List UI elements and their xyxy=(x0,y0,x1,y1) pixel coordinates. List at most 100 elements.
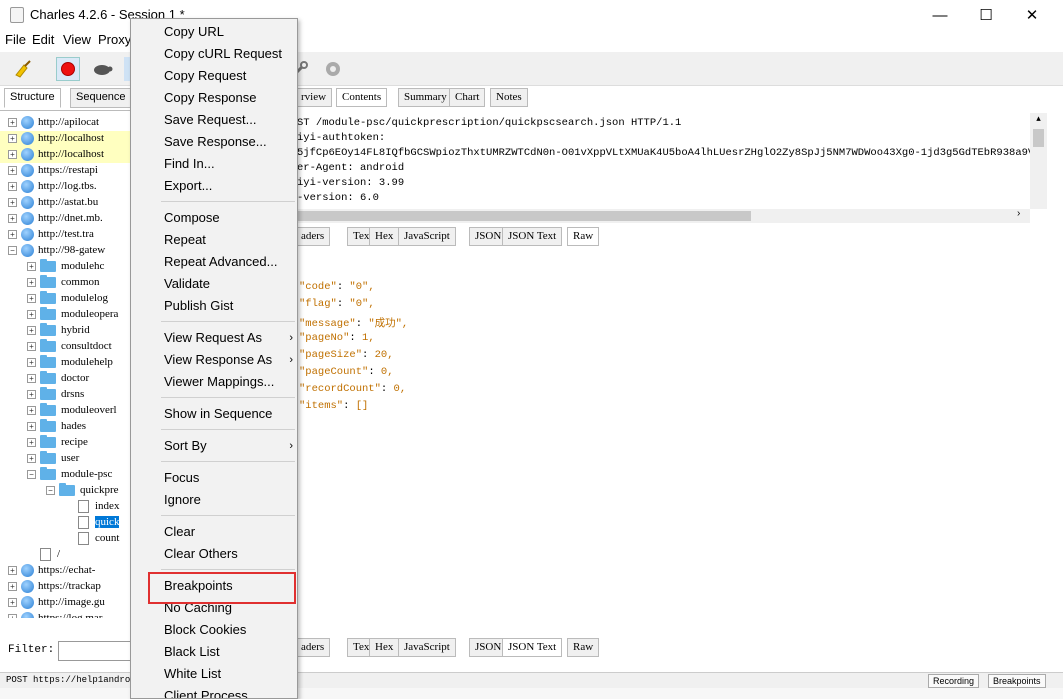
menu-item-ignore[interactable]: Ignore xyxy=(131,489,297,511)
menu-item-clear-others[interactable]: Clear Others xyxy=(131,543,297,565)
expand-toggle-icon[interactable]: + xyxy=(8,118,17,127)
breakpoints-status-button[interactable]: Breakpoints xyxy=(988,674,1046,688)
expand-toggle-icon[interactable]: + xyxy=(27,406,36,415)
folder-icon xyxy=(40,355,56,368)
menu-item-white-list[interactable]: White List xyxy=(131,663,297,685)
expand-toggle-icon[interactable]: + xyxy=(27,390,36,399)
menu-item-compose[interactable]: Compose xyxy=(131,207,297,229)
expand-toggle-icon[interactable]: + xyxy=(27,454,36,463)
expand-toggle-icon[interactable]: + xyxy=(8,214,17,223)
menu-item-client-process[interactable]: Client Process xyxy=(131,685,297,698)
expand-toggle-icon[interactable]: + xyxy=(27,374,36,383)
menu-item-viewer-mappings[interactable]: Viewer Mappings... xyxy=(131,371,297,393)
minimize-button[interactable]: — xyxy=(917,0,963,30)
expand-toggle-icon[interactable]: − xyxy=(8,246,17,255)
resp-tab-5[interactable]: JSON Text xyxy=(502,638,563,657)
req-tab-2[interactable]: Hex xyxy=(369,227,400,246)
expand-toggle-icon[interactable]: − xyxy=(27,470,36,479)
menu-file[interactable]: File xyxy=(5,32,26,47)
menu-edit[interactable]: Edit xyxy=(32,32,54,47)
expand-toggle-icon[interactable]: + xyxy=(8,230,17,239)
expand-toggle-icon[interactable]: + xyxy=(27,438,36,447)
expand-toggle-icon[interactable]: + xyxy=(8,166,17,175)
tree-label: modulehelp xyxy=(61,356,113,368)
menu-separator xyxy=(161,569,295,570)
expand-toggle-icon[interactable]: + xyxy=(8,598,17,607)
menu-item-repeat[interactable]: Repeat xyxy=(131,229,297,251)
menu-item-copy-url[interactable]: Copy URL xyxy=(131,21,297,43)
tab-contents[interactable]: Contents xyxy=(336,88,388,107)
menu-item-sort-by[interactable]: Sort By › xyxy=(131,435,297,457)
menu-item-label: Copy Response xyxy=(164,90,257,105)
tab-summary[interactable]: Summary xyxy=(398,88,453,107)
req-tab-0[interactable]: aders xyxy=(295,227,331,246)
expand-toggle-icon[interactable]: + xyxy=(27,358,36,367)
expand-toggle-icon[interactable]: + xyxy=(27,342,36,351)
expand-toggle-icon[interactable]: − xyxy=(46,486,55,495)
menu-item-validate[interactable]: Validate xyxy=(131,273,297,295)
menu-item-black-list[interactable]: Black List xyxy=(131,641,297,663)
menu-item-view-request-as[interactable]: View Request As › xyxy=(131,327,297,349)
tab-sequence[interactable]: Sequence xyxy=(70,88,132,108)
close-button[interactable]: ✕ xyxy=(1009,0,1055,30)
expand-toggle-icon[interactable]: + xyxy=(27,262,36,271)
expand-toggle-icon[interactable]: + xyxy=(8,582,17,591)
expand-toggle-icon[interactable]: + xyxy=(8,198,17,207)
tab-overview[interactable]: rview xyxy=(295,88,333,107)
menu-item-view-response-as[interactable]: View Response As › xyxy=(131,349,297,371)
resp-tab-0[interactable]: aders xyxy=(295,638,331,657)
recording-button[interactable]: Recording xyxy=(928,674,980,688)
menu-item-show-in-sequence[interactable]: Show in Sequence xyxy=(131,403,297,425)
menu-item-save-request[interactable]: Save Request... xyxy=(131,109,297,131)
expand-toggle-icon[interactable]: + xyxy=(27,326,36,335)
menu-item-label: Publish Gist xyxy=(164,298,234,313)
expand-toggle-icon[interactable]: + xyxy=(8,182,17,191)
expand-toggle-icon[interactable]: + xyxy=(8,150,17,159)
req-tab-6[interactable]: Raw xyxy=(567,227,600,246)
menu-item-find-in[interactable]: Find In... xyxy=(131,153,297,175)
menu-separator xyxy=(161,515,295,516)
tree-label: http://localhost xyxy=(38,148,104,160)
tree-label: modulelog xyxy=(61,292,109,304)
menu-item-save-response[interactable]: Save Response... xyxy=(131,131,297,153)
tab-structure[interactable]: Structure xyxy=(4,88,61,108)
turtle-icon[interactable] xyxy=(90,57,114,81)
filter-input[interactable] xyxy=(58,641,138,661)
maximize-button[interactable]: ☐ xyxy=(963,0,1009,30)
expand-toggle-icon[interactable]: + xyxy=(8,566,17,575)
expand-toggle-icon[interactable]: + xyxy=(8,134,17,143)
menu-view[interactable]: View xyxy=(63,32,91,47)
menu-item-copy-curl-request[interactable]: Copy cURL Request xyxy=(131,43,297,65)
expand-toggle-icon[interactable]: + xyxy=(8,614,17,618)
record-icon[interactable] xyxy=(56,57,80,81)
menu-item-focus[interactable]: Focus xyxy=(131,467,297,489)
expand-toggle-icon[interactable]: + xyxy=(27,422,36,431)
menu-item-clear[interactable]: Clear xyxy=(131,521,297,543)
menu-item-export[interactable]: Export... xyxy=(131,175,297,197)
tab-notes[interactable]: Notes xyxy=(490,88,528,107)
tab-chart[interactable]: Chart xyxy=(449,88,486,107)
request-hscroll[interactable]: › xyxy=(297,208,1030,223)
menu-item-publish-gist[interactable]: Publish Gist xyxy=(131,295,297,317)
menu-item-repeat-advanced[interactable]: Repeat Advanced... xyxy=(131,251,297,273)
settings-icon[interactable] xyxy=(321,57,345,81)
menu-item-label: Ignore xyxy=(164,492,201,507)
resp-tab-2[interactable]: Hex xyxy=(369,638,400,657)
expand-toggle-icon[interactable]: + xyxy=(27,294,36,303)
expand-toggle-icon[interactable]: + xyxy=(27,310,36,319)
menu-item-copy-response[interactable]: Copy Response xyxy=(131,87,297,109)
menu-item-copy-request[interactable]: Copy Request xyxy=(131,65,297,87)
resp-tab-6[interactable]: Raw xyxy=(567,638,600,657)
menu-item-label: Sort By xyxy=(164,438,207,453)
resp-tab-3[interactable]: JavaScript xyxy=(398,638,456,657)
req-tab-5[interactable]: JSON Text xyxy=(502,227,563,246)
submenu-arrow-icon: › xyxy=(289,332,293,344)
expand-toggle-icon[interactable]: + xyxy=(27,278,36,287)
menu-item-block-cookies[interactable]: Block Cookies xyxy=(131,619,297,641)
tree-label: http://astat.bu xyxy=(38,196,99,208)
menu-proxy[interactable]: Proxy xyxy=(98,32,131,47)
request-vscroll[interactable]: ▴ xyxy=(1030,113,1047,209)
broom-icon[interactable] xyxy=(10,57,34,81)
json-value: "成功", xyxy=(368,318,409,330)
req-tab-3[interactable]: JavaScript xyxy=(398,227,456,246)
